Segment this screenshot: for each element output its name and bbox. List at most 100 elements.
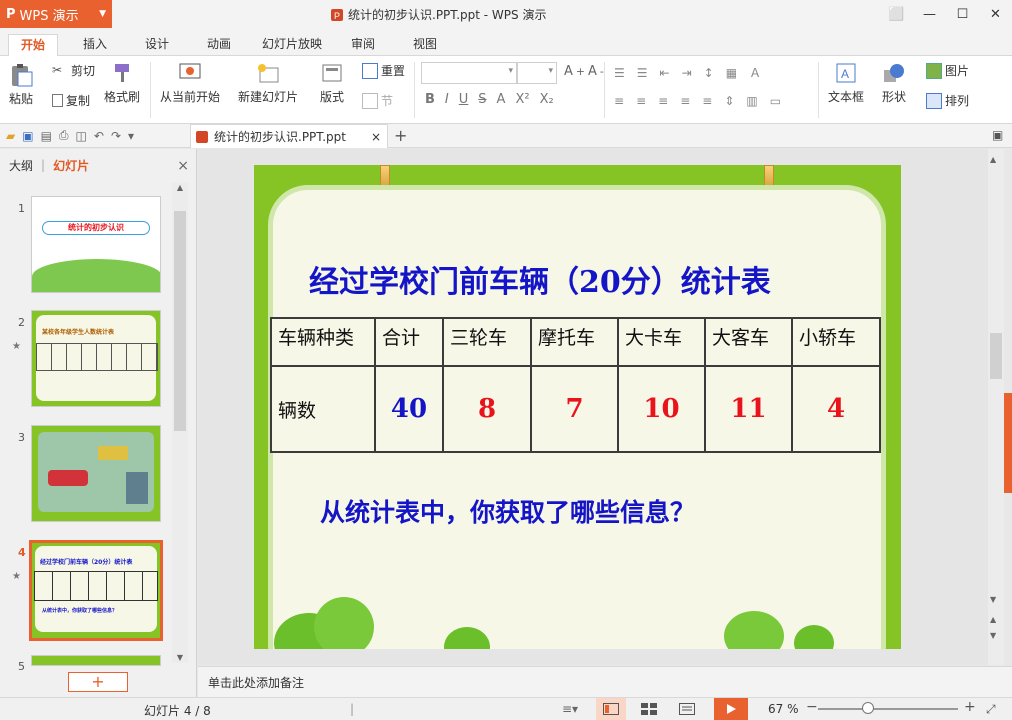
value-cell: 7	[530, 365, 619, 453]
quick-access-icons[interactable]: ▰ ▣ ▤ ⎙ ◫ ↶ ↷ ▾	[6, 128, 134, 143]
chevron-down-icon[interactable]: ▾	[128, 129, 134, 143]
notes-pane[interactable]: 单击此处添加备注	[198, 666, 1012, 697]
textbox-button[interactable]: A 文本框	[828, 62, 864, 105]
new-slide-icon	[258, 64, 279, 83]
next-slide-icon[interactable]: ▼	[990, 631, 996, 640]
tab-design[interactable]: 设计	[132, 34, 182, 56]
table-row: 辆数 40 8 7 10 11 4	[270, 365, 881, 453]
thumbnail-scrollbar[interactable]: ▲ ▼	[172, 183, 188, 663]
picture-button[interactable]: 图片	[926, 62, 969, 79]
slide-thumbnail-5[interactable]	[31, 655, 161, 666]
tab-animation[interactable]: 动画	[194, 34, 244, 56]
tab-home[interactable]: 开始	[8, 34, 58, 57]
table-header-cell: 三轮车	[442, 317, 532, 367]
divider	[414, 62, 415, 118]
font-name-select[interactable]	[421, 62, 517, 84]
row-label: 辆数	[270, 365, 376, 453]
zoom-level[interactable]: 67 %	[768, 702, 799, 716]
preview-icon[interactable]: ◫	[76, 129, 87, 143]
zoom-in-icon[interactable]: +	[964, 699, 976, 715]
new-tab-button[interactable]: +	[394, 126, 407, 145]
undo-icon[interactable]: ↶	[94, 129, 104, 143]
from-current-label: 从当前开始	[160, 90, 221, 104]
tab-insert[interactable]: 插入	[70, 34, 120, 56]
reset-button[interactable]: 重置	[362, 62, 405, 79]
ppt-file-icon	[196, 130, 208, 143]
divider	[604, 62, 605, 118]
font-style-buttons[interactable]: B I U S A X² X₂	[425, 92, 554, 107]
document-tab-label: 统计的初步认识.PPT.ppt	[214, 130, 346, 144]
notes-toggle-icon[interactable]: ≡▾	[562, 702, 578, 716]
scroll-up-icon[interactable]: ▲	[990, 155, 996, 164]
slide-counter: 幻灯片 4 / 8	[144, 704, 211, 718]
redo-icon[interactable]: ↷	[111, 129, 121, 143]
slide-thumbnail-4[interactable]: 经过学校门前车辆（20分）统计表 从统计表中，你获取了哪些信息？	[29, 540, 163, 641]
paste-label: 粘贴	[8, 92, 33, 106]
slide-question[interactable]: 从统计表中，你获取了哪些信息？	[320, 493, 695, 529]
scroll-thumb[interactable]	[174, 211, 186, 431]
font-size-select[interactable]	[517, 62, 557, 84]
slide-title[interactable]: 经过学校门前车辆（20分）统计表	[309, 257, 771, 301]
zoom-out-icon[interactable]: −	[806, 699, 818, 715]
list-buttons[interactable]: ☰ ☰ ⇤ ⇥ ↕ ▦ Ａ	[614, 64, 761, 81]
prev-slide-icon[interactable]: ▲	[990, 615, 996, 624]
minimize-button[interactable]: —	[913, 0, 946, 28]
arrange-button[interactable]: 排列	[926, 92, 969, 109]
shape-button[interactable]: 形状	[882, 62, 906, 105]
copy-button[interactable]: 复制	[52, 92, 90, 109]
format-painter-button[interactable]: 格式刷	[104, 62, 140, 105]
settings-icon[interactable]: ▣	[992, 128, 1003, 142]
scroll-down-icon[interactable]: ▼	[174, 653, 186, 663]
slide-thumbnail-1[interactable]: 统计的初步认识	[31, 196, 161, 293]
fit-window-icon[interactable]: ⤢	[986, 702, 996, 717]
sorter-view-button[interactable]	[634, 698, 664, 720]
window-controls: ⬜ — ☐ ✕	[880, 0, 1012, 28]
current-slide[interactable]: 经过学校门前车辆（20分）统计表 车辆种类 合计 三轮车 摩托车 大卡车 大客车…	[254, 165, 901, 649]
new-slide-button[interactable]: 新建幻灯片	[238, 62, 298, 105]
font-grow-button[interactable]: A + A-	[564, 64, 604, 79]
print-icon[interactable]: ⎙	[59, 128, 69, 143]
play-slideshow-button[interactable]	[714, 698, 748, 720]
slide-thumbnail-3[interactable]	[31, 425, 161, 522]
value-cell: 4	[791, 365, 881, 453]
side-panel-toggle[interactable]	[1004, 393, 1012, 493]
open-icon[interactable]: ▰	[6, 129, 15, 143]
zoom-slider-knob[interactable]	[862, 702, 874, 714]
thumbnail-question: 从统计表中，你获取了哪些信息？	[42, 608, 118, 614]
align-buttons[interactable]: ≡ ≡ ≡ ≡ ≡ ⇕ ▥ ▭	[614, 94, 781, 108]
tab-slides[interactable]: 幻灯片	[53, 157, 89, 174]
close-tab-icon[interactable]: ×	[371, 130, 381, 144]
cut-button[interactable]: ✂ 剪切	[52, 62, 95, 79]
close-panel-icon[interactable]: ×	[177, 158, 189, 174]
value-cell: 11	[704, 365, 793, 453]
add-slide-button[interactable]: +	[68, 672, 128, 692]
export-pdf-icon[interactable]: ▤	[41, 129, 52, 143]
layout-button[interactable]: 版式	[320, 62, 344, 105]
tab-review[interactable]: 审阅	[338, 34, 388, 56]
slide-thumbnail-2[interactable]: 某校各年级学生人数统计表	[31, 310, 161, 407]
reset-label: 重置	[381, 64, 406, 78]
tab-view[interactable]: 视图	[400, 34, 450, 56]
normal-view-button[interactable]	[596, 698, 626, 720]
document-tab[interactable]: 统计的初步认识.PPT.ppt ×	[190, 124, 388, 148]
tab-divider: |	[41, 158, 46, 172]
title-bar: P WPS 演示 ▼ P 统计的初步认识.PPT.ppt - WPS 演示 ⬜ …	[0, 0, 1012, 30]
statistics-table[interactable]: 车辆种类 合计 三轮车 摩托车 大卡车 大客车 小轿车 辆数 40 8 7 10…	[270, 317, 881, 453]
restore-icon[interactable]: ⬜	[880, 0, 913, 28]
save-icon[interactable]: ▣	[22, 129, 33, 143]
cut-label: 剪切	[71, 64, 96, 78]
section-button[interactable]: 节	[362, 92, 393, 109]
reading-view-button[interactable]	[672, 698, 702, 720]
from-current-button[interactable]: 从当前开始	[160, 62, 220, 105]
maximize-button[interactable]: ☐	[946, 0, 979, 28]
zoom-slider[interactable]	[818, 708, 958, 710]
tab-outline[interactable]: 大纲	[9, 157, 33, 174]
scroll-up-icon[interactable]: ▲	[174, 183, 186, 193]
paste-button[interactable]: 粘贴	[8, 62, 34, 107]
scroll-down-icon[interactable]: ▼	[990, 595, 996, 604]
close-button[interactable]: ✕	[979, 0, 1012, 28]
scroll-thumb[interactable]	[990, 333, 1002, 379]
tab-slideshow[interactable]: 幻灯片放映	[256, 34, 328, 56]
editor-scrollbar[interactable]: ▲ ▼ ▲ ▼	[988, 149, 1004, 665]
app-menu-button[interactable]: P WPS 演示 ▼	[0, 0, 112, 28]
